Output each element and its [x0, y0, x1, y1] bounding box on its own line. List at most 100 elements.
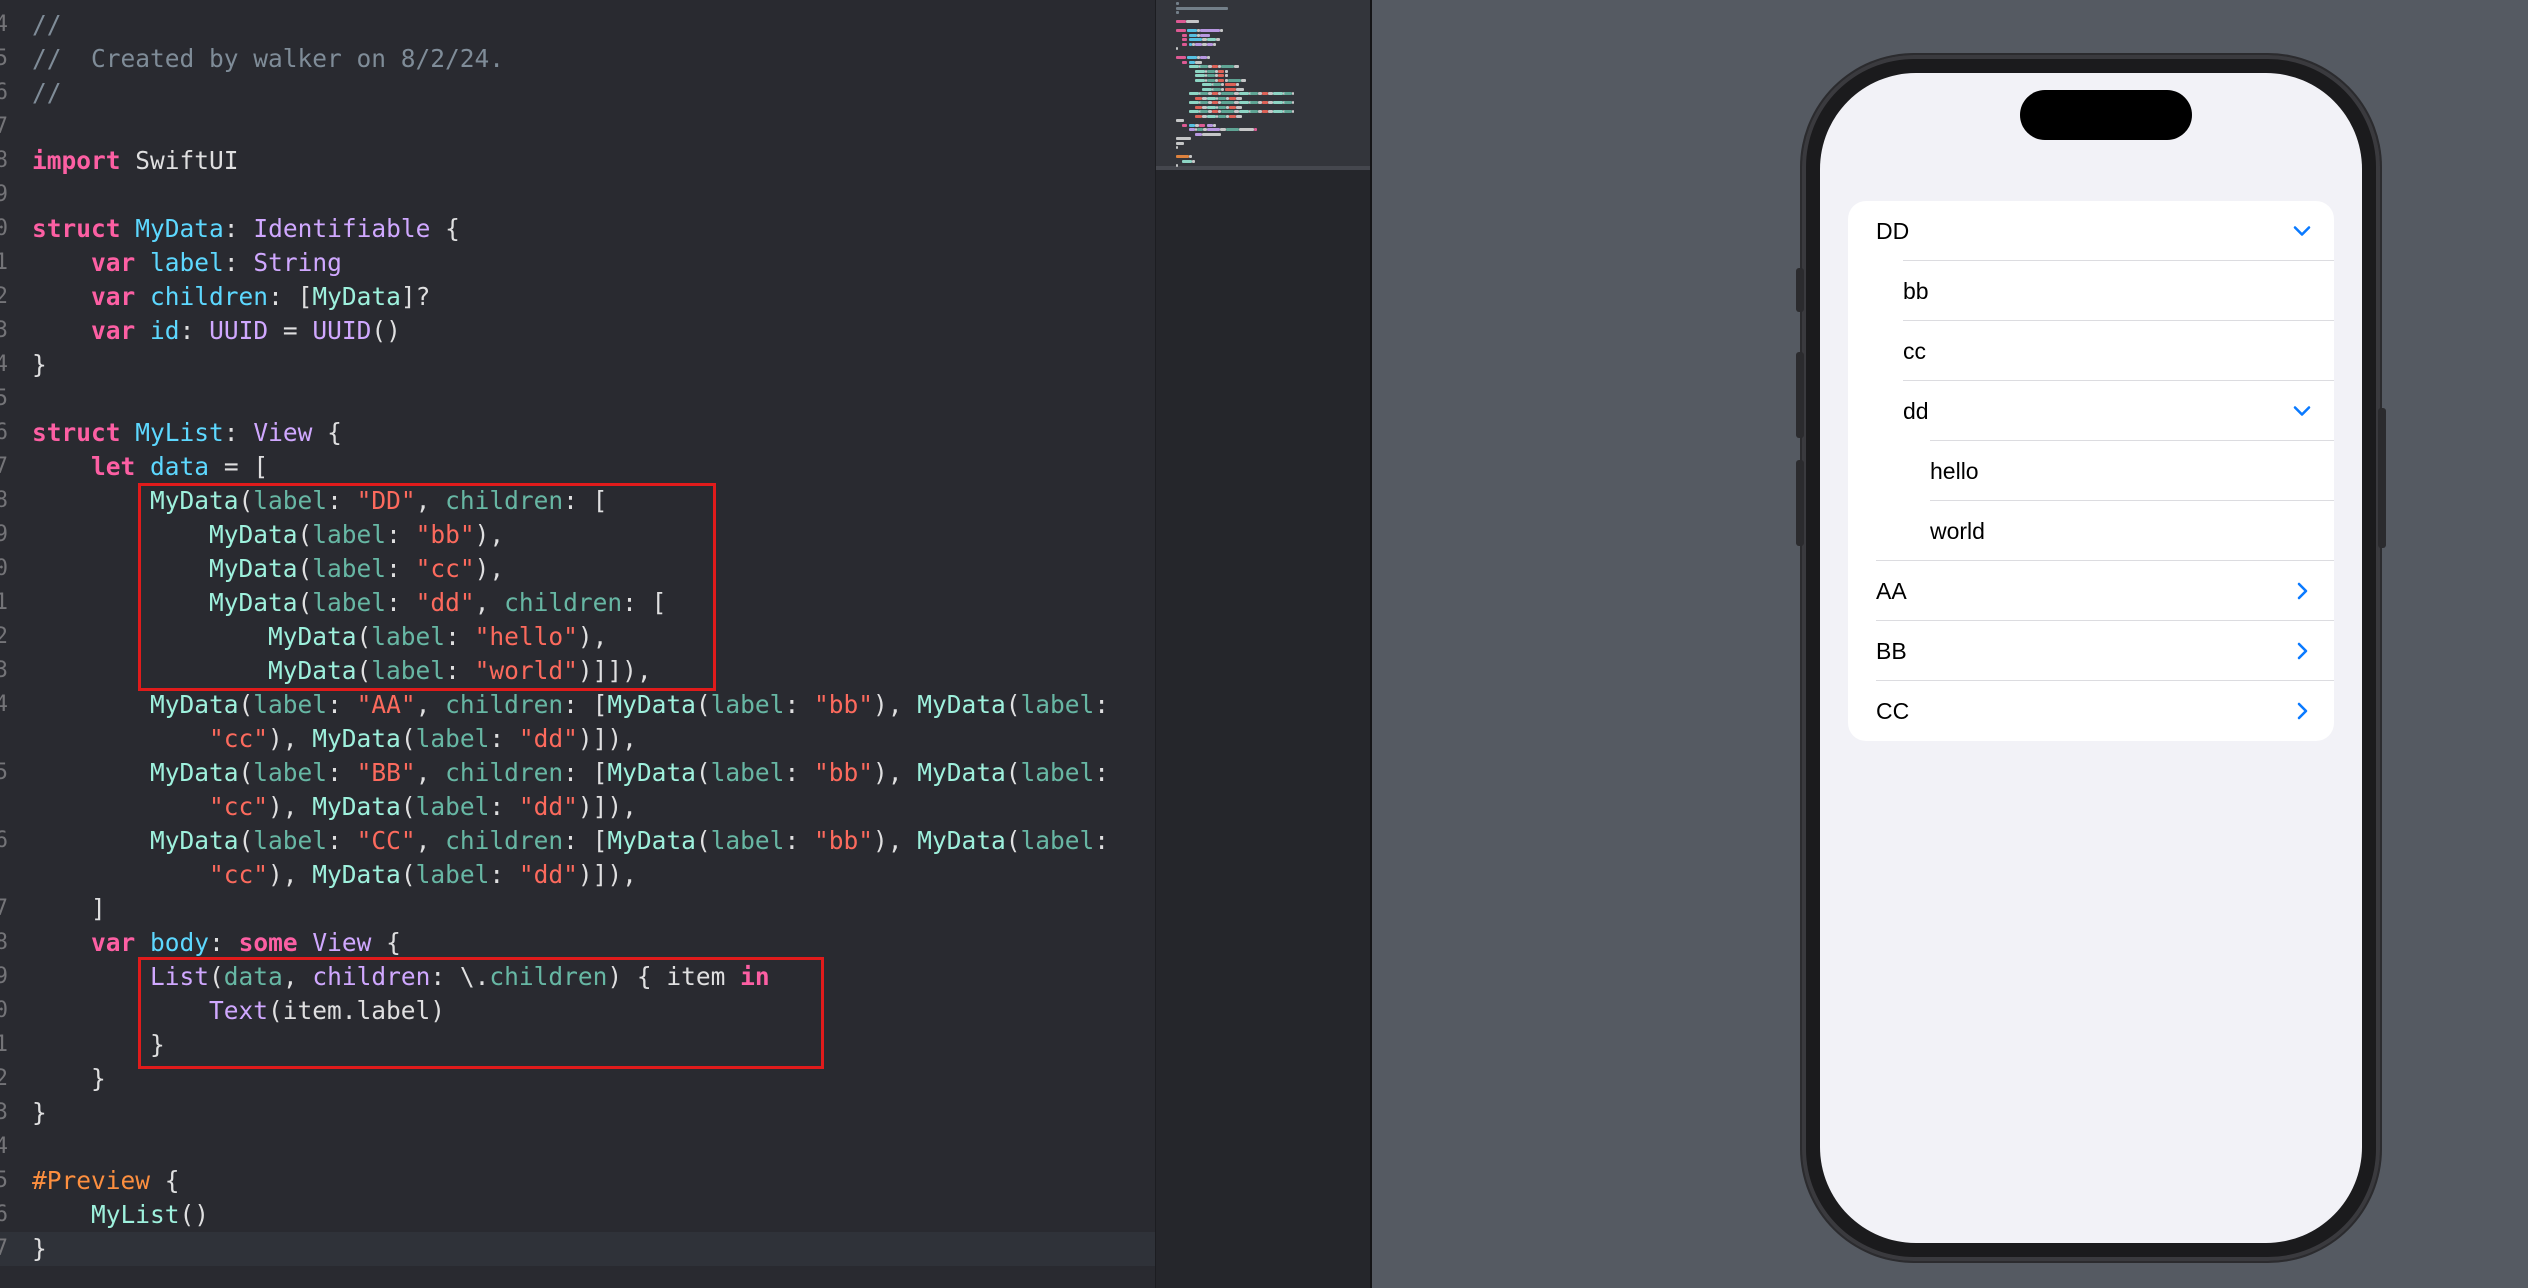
- code-line[interactable]: 2 var children: [MyData]?: [0, 280, 1155, 314]
- code-line[interactable]: 0 struct MyData: Identifiable {: [0, 212, 1155, 246]
- minimap-token: [1284, 101, 1293, 104]
- minimap-token: [1216, 38, 1220, 41]
- minimap-token: [1195, 60, 1202, 64]
- minimap-token: [1206, 114, 1217, 118]
- code-editor[interactable]: 4 // 5 // Created by walker on 8/2/24. 6 // 7 8…: [0, 0, 1155, 1288]
- code-token: View: [253, 418, 313, 447]
- list-row-dd[interactable]: dd: [1848, 381, 2334, 441]
- code-line[interactable]: 5 // Created by walker on 8/2/24.: [0, 42, 1155, 76]
- code-line[interactable]: 7 let data = [: [0, 450, 1155, 484]
- code-line[interactable]: "cc"), MyData(label: "dd")]),: [0, 858, 1155, 892]
- chevron-down-icon[interactable]: [2292, 401, 2312, 421]
- chevron-right-icon[interactable]: [2292, 701, 2312, 721]
- minimap-token: [1187, 56, 1197, 59]
- code-line[interactable]: 3 var id: UUID = UUID(): [0, 314, 1155, 348]
- code-token: =: [268, 316, 313, 345]
- list-row-cc[interactable]: CC: [1848, 681, 2334, 741]
- list-row-hello[interactable]: hello: [1848, 441, 2334, 501]
- code-line[interactable]: 4 MyData(label: "AA", children: [MyData(…: [0, 688, 1155, 722]
- chevron-right-icon[interactable]: [2292, 581, 2312, 601]
- code-text: #Preview {: [32, 1164, 180, 1198]
- chevron-right-icon[interactable]: [2292, 641, 2312, 661]
- code-line[interactable]: 8 var body: some View {: [0, 926, 1155, 960]
- code-token: {: [371, 928, 401, 957]
- code-token: "bb": [813, 690, 873, 719]
- code-token: id: [150, 316, 180, 345]
- code-line[interactable]: 4 //: [0, 8, 1155, 42]
- line-number: 9: [0, 522, 8, 547]
- code-token: label: [253, 826, 328, 855]
- annotation-box-nested-data: [138, 483, 716, 691]
- code-token: (): [371, 316, 401, 345]
- list-row-cc[interactable]: cc: [1848, 321, 2334, 381]
- line-number: 1: [0, 250, 8, 275]
- line-number: 8: [0, 930, 8, 955]
- minimap-token: [1176, 141, 1185, 145]
- code-line[interactable]: 1 var label: String: [0, 246, 1155, 280]
- minimap-token: [1206, 105, 1217, 109]
- code-text: import SwiftUI: [32, 144, 239, 178]
- code-line[interactable]: 5 MyData(label: "BB", children: [MyData(…: [0, 756, 1155, 790]
- list-row-world[interactable]: world: [1848, 501, 2334, 561]
- code-line[interactable]: 7: [0, 110, 1155, 144]
- code-token: "bb": [813, 758, 873, 787]
- minimap-token: [1201, 114, 1207, 118]
- minimap-token: [1200, 101, 1209, 104]
- code-line[interactable]: 6 struct MyList: View {: [0, 416, 1155, 450]
- line-number: 7: [0, 1236, 8, 1261]
- minimap-token: [1218, 114, 1227, 118]
- code-line[interactable]: 5: [0, 382, 1155, 416]
- code-line[interactable]: 9: [0, 178, 1155, 212]
- code-token: data: [150, 452, 210, 481]
- minimap-token: [1234, 65, 1240, 68]
- code-token: MyData: [312, 282, 401, 311]
- code-token: "cc": [209, 724, 269, 753]
- list-row-aa[interactable]: AA: [1848, 561, 2334, 621]
- code-token: some: [238, 928, 298, 957]
- code-line[interactable]: 6 //: [0, 76, 1155, 110]
- code-line[interactable]: 4}: [0, 348, 1155, 382]
- line-number: 7: [0, 114, 8, 139]
- line-number: 1: [0, 590, 8, 615]
- minimap-token: [1206, 128, 1220, 131]
- minimap[interactable]: [1155, 0, 1371, 1288]
- code-token: label: [415, 724, 490, 753]
- line-number: 0: [0, 216, 8, 241]
- list-row-dd[interactable]: DD: [1848, 201, 2334, 261]
- code-token: :: [179, 316, 210, 345]
- code-token: :: [1094, 826, 1110, 855]
- minimap-token: [1219, 29, 1223, 32]
- code-line[interactable]: "cc"), MyData(label: "dd")]),: [0, 722, 1155, 756]
- code-token: label: [253, 758, 328, 787]
- code-line[interactable]: 7 ]: [0, 892, 1155, 926]
- list-row-bb[interactable]: bb: [1848, 261, 2334, 321]
- code-line[interactable]: 3}: [0, 1096, 1155, 1130]
- minimap-token: [1198, 123, 1206, 127]
- code-token: (: [238, 826, 254, 855]
- code-line[interactable]: 8 import SwiftUI: [0, 144, 1155, 178]
- minimap-viewport[interactable]: [1156, 0, 1371, 170]
- list-row-bb[interactable]: BB: [1848, 621, 2334, 681]
- minimap-token: [1182, 60, 1188, 64]
- minimap-token: [1213, 83, 1222, 86]
- minimap-token: [1213, 42, 1217, 46]
- code-line[interactable]: 4: [0, 1130, 1155, 1164]
- code-text: //: [32, 8, 62, 42]
- code-line[interactable]: 7}: [0, 1232, 1155, 1266]
- code-text: }: [32, 1096, 47, 1130]
- list-row-label: world: [1930, 518, 1985, 544]
- chevron-down-icon[interactable]: [2292, 221, 2312, 241]
- code-line[interactable]: 5 #Preview {: [0, 1164, 1155, 1198]
- code-line[interactable]: 6 MyList(): [0, 1198, 1155, 1232]
- code-line[interactable]: 6 MyData(label: "CC", children: [MyData(…: [0, 824, 1155, 858]
- list-row-label: AA: [1876, 578, 1907, 604]
- minimap-token: [1182, 159, 1193, 163]
- code-text: var id: UUID = UUID(): [32, 314, 401, 348]
- code-text: MyData(label: "AA", children: [MyData(la…: [32, 688, 1109, 722]
- code-line[interactable]: "cc"), MyData(label: "dd")]),: [0, 790, 1155, 824]
- code-token: "dd": [518, 724, 578, 753]
